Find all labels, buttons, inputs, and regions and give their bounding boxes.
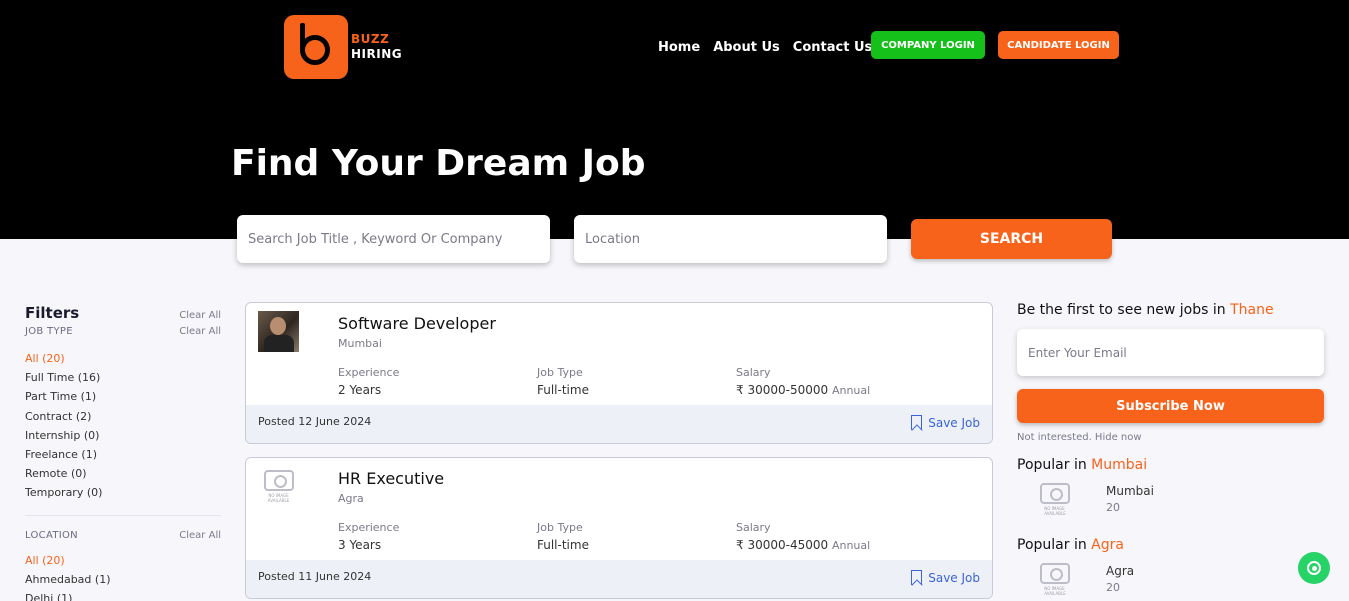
nav-contact[interactable]: Contact Us — [793, 40, 872, 55]
popular-count: 20 — [1106, 581, 1120, 594]
job-type-value: Full-time — [537, 383, 589, 397]
job-title[interactable]: Software Developer — [338, 314, 496, 333]
job-type-label: JOB TYPE — [25, 326, 73, 337]
filters-sidebar: Filters Clear All JOB TYPE Clear All All… — [25, 304, 221, 601]
camera-icon — [263, 470, 294, 491]
no-image-placeholder: NO IMAGE AVAILABLE — [258, 466, 299, 507]
main-nav: Home About Us Contact Us — [658, 40, 872, 55]
logo-mark-icon — [284, 15, 348, 79]
clear-location-link[interactable]: Clear All — [179, 530, 221, 541]
location-list: All (20) Ahmedabad (1) Delhi (1) — [25, 551, 221, 601]
experience-value: 2 Years — [338, 383, 382, 397]
brand-line1: BUZZ — [351, 32, 390, 46]
job-type-value: Full-time — [537, 538, 589, 552]
popular-item[interactable]: NO IMAGE AVAILABLE Mumbai 20 — [1017, 483, 1325, 523]
location-option[interactable]: All (20) — [25, 551, 221, 570]
brand-logo[interactable]: BUZZ HIRING — [284, 15, 402, 79]
job-type-label: Job Type — [537, 521, 583, 534]
save-job-label: Save Job — [928, 415, 980, 430]
job-city: Agra — [338, 492, 364, 505]
email-input[interactable] — [1017, 329, 1324, 376]
nav-home[interactable]: Home — [658, 40, 700, 55]
bookmark-icon — [911, 570, 923, 585]
whatsapp-icon[interactable] — [1298, 552, 1330, 584]
brand-line2: HIRING — [351, 47, 403, 61]
nav-about[interactable]: About Us — [713, 40, 780, 55]
popular-city: Mumbai — [1106, 484, 1154, 498]
subscribe-title: Be the first to see new jobs in Thane — [1017, 302, 1274, 318]
popular-heading: Popular in Mumbai — [1017, 457, 1148, 473]
posted-date: Posted 11 June 2024 — [258, 570, 372, 583]
job-type-option[interactable]: Remote (0) — [25, 464, 221, 483]
card-footer: Posted 11 June 2024 Save Job — [246, 560, 992, 598]
hero-banner: BUZZ HIRING Home About Us Contact Us COM… — [0, 0, 1349, 239]
location-option[interactable]: Ahmedabad (1) — [25, 570, 221, 589]
subscribe-button[interactable]: Subscribe Now — [1017, 389, 1324, 423]
salary-value: ₹ 30000-50000 — [736, 383, 829, 397]
salary-period: Annual — [831, 384, 871, 397]
job-type-option[interactable]: All (20) — [25, 349, 221, 368]
no-image-placeholder: NO IMAGE AVAILABLE — [1029, 483, 1081, 521]
job-type-option[interactable]: Internship (0) — [25, 426, 221, 445]
save-job-button[interactable]: Save Job — [911, 415, 980, 430]
save-job-button[interactable]: Save Job — [911, 570, 980, 585]
posted-date: Posted 12 June 2024 — [258, 415, 372, 428]
job-type-list: All (20) Full Time (16) Part Time (1) Co… — [25, 349, 221, 503]
job-type-option[interactable]: Full Time (16) — [25, 368, 221, 387]
job-type-option[interactable]: Part Time (1) — [25, 387, 221, 406]
location-label: LOCATION — [25, 529, 78, 541]
subscribe-city: Thane — [1230, 302, 1274, 318]
popular-city: Agra — [1106, 564, 1135, 578]
camera-icon — [1040, 563, 1070, 584]
experience-value: 3 Years — [338, 538, 382, 552]
save-job-label: Save Job — [928, 570, 980, 585]
job-type-label: Job Type — [537, 366, 583, 379]
no-image-placeholder: NO IMAGE AVAILABLE — [1029, 563, 1081, 601]
candidate-login-button[interactable]: CANDIDATE LOGIN — [998, 31, 1119, 59]
clear-job-type-link[interactable]: Clear All — [179, 326, 221, 337]
salary-value: ₹ 30000-45000 — [736, 538, 829, 552]
camera-icon — [1040, 483, 1070, 504]
filter-divider — [25, 514, 221, 516]
company-avatar — [258, 311, 299, 352]
salary-period: Annual — [831, 539, 871, 552]
job-type-option[interactable]: Freelance (1) — [25, 445, 221, 464]
job-type-option[interactable]: Contract (2) — [25, 407, 221, 426]
job-type-option[interactable]: Temporary (0) — [25, 483, 221, 502]
job-card[interactable]: Software Developer Mumbai Experience 2 Y… — [245, 302, 993, 444]
location-input[interactable] — [574, 215, 887, 263]
popular-item[interactable]: NO IMAGE AVAILABLE Agra 20 — [1017, 563, 1325, 601]
job-card[interactable]: NO IMAGE AVAILABLE HR Executive Agra Expe… — [245, 457, 993, 599]
salary-label: Salary — [736, 366, 771, 379]
experience-label: Experience — [338, 521, 400, 534]
salary-label: Salary — [736, 521, 771, 534]
search-button[interactable]: SEARCH — [911, 219, 1112, 259]
job-title[interactable]: HR Executive — [338, 469, 444, 488]
popular-heading: Popular in Agra — [1017, 537, 1124, 553]
card-footer: Posted 12 June 2024 Save Job — [246, 405, 992, 443]
subscribe-panel: Be the first to see new jobs in Thane Su… — [1017, 302, 1325, 601]
hide-now-link[interactable]: Not interested. Hide now — [1017, 432, 1325, 443]
experience-label: Experience — [338, 366, 400, 379]
filters-title: Filters — [25, 304, 80, 322]
popular-count: 20 — [1106, 501, 1120, 514]
company-login-button[interactable]: COMPANY LOGIN — [871, 31, 985, 59]
clear-all-filters-link[interactable]: Clear All — [179, 310, 221, 321]
hero-title: Find Your Dream Job — [231, 143, 646, 184]
job-search-input[interactable] — [237, 215, 550, 263]
bookmark-icon — [911, 415, 923, 430]
location-option[interactable]: Delhi (1) — [25, 589, 221, 601]
job-city: Mumbai — [338, 337, 382, 350]
